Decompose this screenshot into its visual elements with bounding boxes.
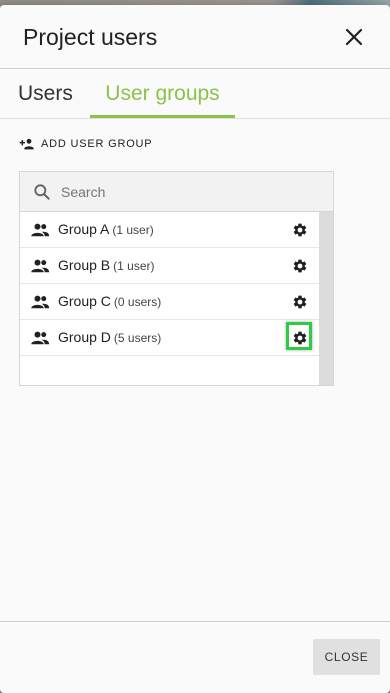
add-group-icon <box>19 138 34 150</box>
user-groups-panel: Group A(1 user) Group B(1 user) <box>19 171 334 386</box>
group-icon <box>31 295 50 309</box>
list-scrollbar[interactable] <box>319 212 333 385</box>
group-user-count: (0 users) <box>113 295 162 309</box>
group-row-a[interactable]: Group A (1 user) <box>20 212 319 248</box>
group-name: Group C (0 users) <box>58 293 162 309</box>
group-list: Group A (1 user) Group B (1 user) Group … <box>20 212 319 356</box>
group-icon <box>31 259 50 273</box>
gear-icon[interactable] <box>292 222 308 238</box>
group-user-count: (5 users) <box>113 331 162 345</box>
gear-icon[interactable] <box>292 330 308 346</box>
search-input[interactable] <box>59 172 323 212</box>
gear-icon[interactable] <box>292 258 308 274</box>
project-users-dialog: Project users Users User groups ADD USER… <box>0 5 390 693</box>
tab-bar: Users User groups <box>0 69 390 119</box>
search-box <box>20 172 333 212</box>
group-row-c[interactable]: Group C (0 users) <box>20 284 319 320</box>
dialog-title: Project users <box>23 24 158 50</box>
close-icon[interactable] <box>342 25 366 49</box>
search-icon <box>34 184 50 200</box>
add-user-group-button[interactable]: ADD USER GROUP <box>19 136 152 152</box>
active-tab-indicator <box>90 115 235 118</box>
group-name: Group A (1 user) <box>58 221 154 237</box>
group-user-count: (1 user) <box>112 223 154 237</box>
close-button[interactable]: CLOSE <box>313 639 380 675</box>
add-user-group-label: ADD USER GROUP <box>41 138 153 150</box>
group-row-d[interactable]: Group D (5 users) <box>20 320 319 356</box>
tab-users[interactable]: Users <box>18 69 73 119</box>
tab-user-groups[interactable]: User groups <box>90 69 235 119</box>
group-icon <box>31 331 50 345</box>
group-user-count: (1 user) <box>113 259 155 273</box>
gear-icon[interactable] <box>292 294 308 310</box>
dialog-header: Project users <box>0 5 390 69</box>
group-name: Group D (5 users) <box>58 329 162 345</box>
group-row-b[interactable]: Group B (1 user) <box>20 248 319 284</box>
dialog-footer: CLOSE <box>0 621 390 693</box>
group-icon <box>31 223 50 237</box>
group-name: Group B (1 user) <box>58 257 155 273</box>
